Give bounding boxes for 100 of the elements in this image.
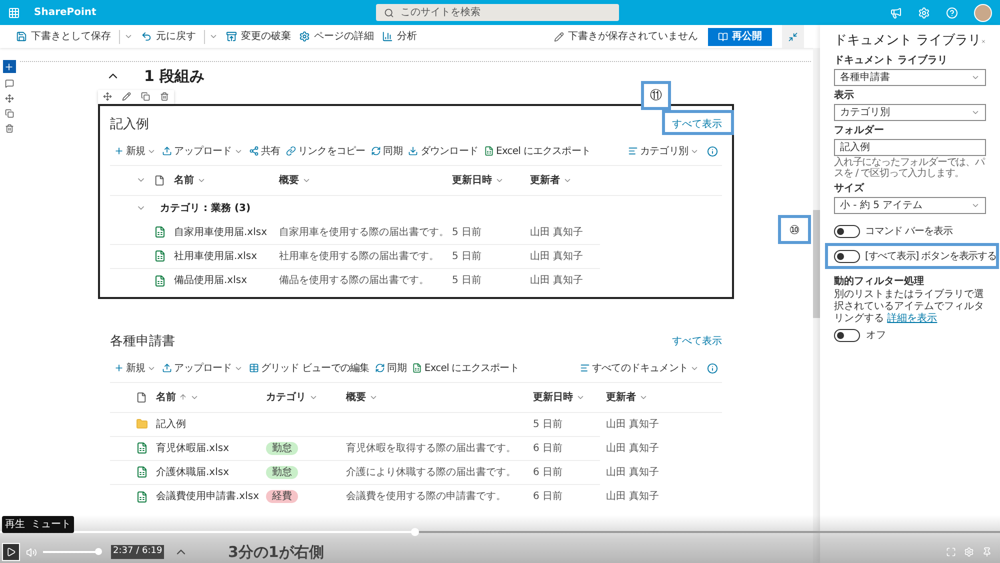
settings-icon[interactable] bbox=[918, 6, 930, 18]
toolbar-button[interactable]: 新規 bbox=[114, 144, 156, 158]
column-header[interactable]: 更新日時 bbox=[533, 390, 606, 404]
category-tag: 経費 bbox=[266, 490, 298, 503]
scrollbar-thumb[interactable] bbox=[813, 210, 820, 318]
category-tag: 勤怠 bbox=[266, 442, 298, 454]
chevron-down-icon[interactable] bbox=[209, 32, 218, 41]
toolbar-button[interactable]: リンクをコピー bbox=[286, 144, 366, 158]
comment-icon[interactable] bbox=[4, 79, 14, 88]
file-icon bbox=[154, 174, 165, 186]
command-button[interactable]: 変更の破棄 bbox=[226, 29, 291, 44]
column-header[interactable]: カテゴリ bbox=[266, 390, 346, 404]
volume-icon[interactable] bbox=[26, 546, 37, 558]
file-name[interactable]: 介護休職届.xlsx bbox=[156, 464, 266, 480]
file-name[interactable]: 会議費使用申請書.xlsx bbox=[156, 489, 266, 504]
details-link[interactable]: 詳細を表示 bbox=[887, 313, 938, 324]
command-button[interactable]: 元に戻す bbox=[141, 29, 196, 44]
info-icon[interactable] bbox=[707, 146, 718, 156]
pin-icon[interactable] bbox=[982, 547, 992, 557]
app-launcher-icon[interactable] bbox=[8, 6, 20, 18]
column-header[interactable]: 更新者 bbox=[530, 172, 650, 188]
republish-button[interactable]: 再公開 bbox=[708, 28, 772, 46]
dropdown[interactable]: 小 - 約 5 アイテム bbox=[834, 197, 986, 214]
column-header[interactable]: 名前 bbox=[174, 172, 279, 188]
chevron-down-icon bbox=[971, 73, 980, 82]
command-button[interactable]: 分析 bbox=[382, 29, 417, 44]
column-header[interactable]: 概要 bbox=[346, 390, 533, 404]
sync-icon bbox=[375, 363, 386, 373]
toolbar-button[interactable]: 同期 bbox=[371, 144, 402, 158]
field-label: フォルダー bbox=[834, 124, 885, 137]
plus-icon bbox=[114, 363, 124, 373]
pencil-icon bbox=[554, 32, 564, 42]
settings-icon[interactable] bbox=[964, 547, 974, 557]
info-icon[interactable] bbox=[707, 362, 718, 374]
view-selector[interactable]: すべてのドキュメント bbox=[580, 360, 699, 376]
trash-icon[interactable] bbox=[160, 92, 169, 102]
slider-thumb[interactable] bbox=[95, 548, 102, 555]
file-name[interactable]: 社用車使用届.xlsx bbox=[174, 248, 279, 264]
text-field[interactable]: 記入例 bbox=[834, 139, 986, 156]
toolbar-button[interactable]: ダウンロード bbox=[408, 144, 478, 158]
field-label: サイズ bbox=[834, 182, 866, 195]
copy-icon[interactable] bbox=[4, 109, 14, 118]
pencil-icon[interactable] bbox=[122, 92, 131, 102]
toggle-switch[interactable] bbox=[834, 250, 860, 262]
toolbar-button[interactable]: 同期 bbox=[375, 360, 406, 376]
dropdown[interactable]: カテゴリ別 bbox=[834, 104, 986, 121]
file-name[interactable]: 自家用車使用届.xlsx bbox=[174, 224, 279, 240]
slider-thumb[interactable] bbox=[411, 528, 419, 536]
excel-file-icon bbox=[136, 442, 148, 454]
toolbar-button[interactable]: Excel にエクスポート bbox=[412, 360, 519, 376]
help-icon[interactable] bbox=[946, 6, 958, 18]
upload-icon bbox=[162, 363, 172, 373]
table-cell-text: 山田 真知子 bbox=[530, 226, 584, 240]
avatar[interactable] bbox=[974, 4, 992, 22]
toolbar-button[interactable]: 共有 bbox=[248, 144, 280, 158]
play-button[interactable] bbox=[2, 543, 20, 561]
file-name[interactable]: 育児休暇届.xlsx bbox=[156, 440, 266, 456]
command-button[interactable]: ページの詳細 bbox=[299, 29, 374, 44]
table-cell-text: 備品を使用する際の届出書です。 bbox=[279, 274, 430, 288]
trash-icon[interactable] bbox=[4, 124, 14, 133]
group-header[interactable]: カテゴリ : 業務 (3) bbox=[160, 200, 251, 216]
column-header[interactable]: 更新日時 bbox=[452, 172, 530, 188]
copy-icon[interactable] bbox=[141, 92, 150, 102]
move-icon[interactable] bbox=[4, 94, 14, 103]
excel-file-icon bbox=[154, 226, 166, 238]
column-header[interactable]: 更新者 bbox=[606, 390, 696, 404]
search-field[interactable]: このサイトを検索 bbox=[376, 4, 620, 21]
see-all-link[interactable]: すべて表示 bbox=[672, 334, 722, 349]
toggle-switch[interactable] bbox=[834, 224, 860, 238]
command-button[interactable]: 下書きとして保存 bbox=[16, 29, 111, 44]
dropdown[interactable]: 各種申請書 bbox=[834, 69, 986, 86]
column-header[interactable]: 名前 bbox=[156, 390, 266, 404]
collapse-button[interactable] bbox=[782, 25, 804, 48]
toggle-label: [すべて表示] ボタンを表示する bbox=[865, 250, 996, 264]
see-all-link[interactable]: すべて表示 bbox=[672, 117, 722, 132]
add-section-button[interactable] bbox=[2, 60, 16, 73]
chevron-down-icon[interactable] bbox=[124, 32, 133, 41]
chevron-down-icon bbox=[971, 108, 980, 117]
view-selector[interactable]: カテゴリ別 bbox=[628, 144, 699, 158]
move-icon[interactable] bbox=[103, 92, 112, 102]
plus-icon bbox=[114, 146, 124, 156]
toolbar-button[interactable]: Excel にエクスポート bbox=[484, 144, 590, 158]
file-name[interactable]: 備品使用届.xlsx bbox=[174, 273, 279, 288]
toolbar-button[interactable]: アップロード bbox=[162, 144, 243, 158]
fullscreen-icon[interactable] bbox=[946, 547, 956, 557]
toggle-switch[interactable] bbox=[834, 329, 860, 342]
column-header[interactable]: 概要 bbox=[279, 172, 452, 188]
megaphone-icon[interactable] bbox=[890, 6, 902, 18]
table-cell-text: 山田 真知子 bbox=[530, 274, 584, 288]
file-name[interactable]: 記入例 bbox=[156, 416, 266, 432]
field-description: 別のリストまたはライブラリで選択されているアイテムでフィルタリングする 詳細を表示 bbox=[834, 289, 985, 325]
table-cell-text: 山田 真知子 bbox=[606, 442, 660, 456]
category-tag: 勤怠 bbox=[266, 466, 298, 478]
search-icon bbox=[384, 8, 394, 18]
table-cell-text: 6 日前 bbox=[533, 466, 564, 480]
toolbar-button[interactable]: グリッド ビューでの編集 bbox=[248, 360, 370, 376]
grid-icon bbox=[248, 363, 259, 373]
toolbar-button[interactable]: 新規 bbox=[114, 360, 156, 376]
toolbar-button[interactable]: アップロード bbox=[162, 360, 243, 376]
table-cell-text: 6 日前 bbox=[533, 490, 564, 504]
